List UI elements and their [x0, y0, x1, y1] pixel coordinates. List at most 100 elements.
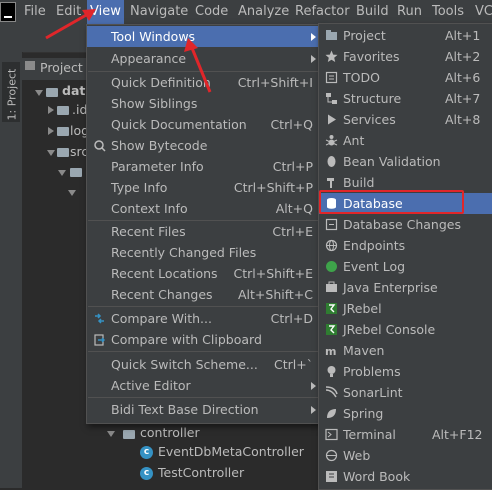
- menu-item-label: Endpoints: [343, 238, 406, 253]
- tool-window-project[interactable]: Project Alt+1: [319, 25, 492, 46]
- menu-item-shortcut: Alt+7: [445, 91, 481, 106]
- intellij-logo-icon: [0, 2, 16, 22]
- tool-window-java-enterprise[interactable]: Java Enterprise: [319, 277, 492, 298]
- folder-icon: [57, 148, 69, 157]
- menu-item-label: Problems: [343, 364, 401, 379]
- expand-arrow-icon[interactable]: [107, 431, 115, 437]
- tool-window-terminal[interactable]: Terminal Alt+F12: [319, 424, 492, 445]
- menu-item-shortcut: Ctrl+Q: [270, 117, 313, 132]
- project-icon: [326, 30, 337, 40]
- tool-window-todo[interactable]: TODO Alt+6: [319, 67, 492, 88]
- menu-item-shortcut: Alt+6: [445, 70, 481, 85]
- tree-item-controller[interactable]: controller: [140, 425, 200, 440]
- expand-arrow-icon[interactable]: [58, 170, 66, 176]
- menu-item-label: Quick Documentation: [111, 117, 247, 132]
- menu-item-compare-with[interactable]: Compare With... Ctrl+D: [87, 308, 321, 329]
- menu-item-bidi-text-base-direction[interactable]: Bidi Text Base Direction: [87, 399, 321, 420]
- menu-item-label: JRebel: [343, 301, 382, 316]
- menu-item-parameter-info[interactable]: Parameter Info Ctrl+P: [87, 156, 321, 177]
- menu-refactor[interactable]: Refactor: [295, 0, 350, 24]
- project-side-tab-label: 1: Project: [5, 68, 19, 121]
- menu-item-recent-locations[interactable]: Recent Locations Ctrl+Shift+E: [87, 263, 321, 284]
- tool-window-word-book[interactable]: Word Book: [319, 466, 492, 487]
- menu-tools[interactable]: Tools: [432, 0, 464, 24]
- sonarlint-icon: [325, 386, 338, 398]
- menu-item-shortcut: Alt+Q: [275, 201, 313, 216]
- menu-item-quick-documentation[interactable]: Quick Documentation Ctrl+Q: [87, 114, 321, 135]
- project-panel-title: Project: [40, 60, 83, 75]
- menu-item-label: Quick Switch Scheme...: [111, 357, 258, 372]
- menu-item-label: Database Changes: [343, 217, 461, 232]
- menu-item-active-editor[interactable]: Active Editor: [87, 375, 321, 396]
- menu-item-recent-files[interactable]: Recent Files Ctrl+E: [87, 221, 321, 242]
- tool-window-web[interactable]: Web: [319, 445, 492, 466]
- menu-vcs[interactable]: VC: [475, 0, 492, 24]
- tool-window-favorites[interactable]: Favorites Alt+2: [319, 46, 492, 67]
- menu-item-label: Appearance: [111, 51, 187, 66]
- menu-separator: [88, 306, 320, 307]
- event-log-icon: [326, 261, 337, 272]
- menu-analyze[interactable]: Analyze: [238, 0, 289, 24]
- menu-item-recently-changed-files[interactable]: Recently Changed Files: [87, 242, 321, 263]
- menu-item-label: Context Info: [111, 201, 188, 216]
- menu-item-label: Show Bytecode: [111, 138, 208, 153]
- tool-window-structure[interactable]: Structure Alt+7: [319, 88, 492, 109]
- tool-window-database-changes[interactable]: Database Changes: [319, 214, 492, 235]
- todo-list-icon: [325, 71, 338, 84]
- tool-window-sonarlint[interactable]: SonarLint: [319, 382, 492, 403]
- menu-item-type-info[interactable]: Type Info Ctrl+Shift+P: [87, 177, 321, 198]
- jrebel-console-icon: [326, 324, 337, 335]
- collapse-arrow-icon[interactable]: [48, 106, 54, 114]
- menu-item-label: Parameter Info: [111, 159, 204, 174]
- compare-clipboard-icon: [94, 334, 105, 346]
- expand-arrow-icon[interactable]: [68, 190, 76, 196]
- terminal-icon: [325, 428, 338, 441]
- menu-code[interactable]: Code: [195, 0, 228, 24]
- menu-item-label: Compare with Clipboard: [111, 332, 262, 347]
- folder-icon: [57, 127, 69, 136]
- database-highlight-box: [319, 190, 464, 214]
- bean-validation-icon: [327, 156, 336, 167]
- tool-window-spring[interactable]: Spring: [319, 403, 492, 424]
- menu-item-context-info[interactable]: Context Info Alt+Q: [87, 198, 321, 219]
- tool-window-event-log[interactable]: Event Log: [319, 256, 492, 277]
- collapse-arrow-icon[interactable]: [48, 127, 54, 135]
- expand-arrow-icon[interactable]: [35, 90, 43, 96]
- menu-run[interactable]: Run: [397, 0, 422, 24]
- project-icon: [25, 61, 35, 70]
- menu-item-shortcut: Ctrl+E: [272, 224, 313, 239]
- compare-icon: [95, 313, 104, 324]
- submenu-arrow-icon: [311, 33, 316, 41]
- tool-window-jrebel[interactable]: JRebel: [319, 298, 492, 319]
- expand-arrow-icon[interactable]: [47, 150, 55, 156]
- submenu-arrow-icon: [311, 382, 316, 390]
- menu-item-label: JRebel Console: [343, 322, 436, 337]
- tool-window-services[interactable]: Services Alt+8: [319, 109, 492, 130]
- menu-item-shortcut: Ctrl+D: [270, 311, 313, 326]
- menu-item-recent-changes[interactable]: Recent Changes Alt+Shift+C: [87, 284, 321, 305]
- package-folder-icon: [123, 430, 135, 439]
- word-book-icon: [326, 471, 337, 482]
- tool-window-endpoints[interactable]: Endpoints: [319, 235, 492, 256]
- menu-item-shortcut: Ctrl+Shift+I: [237, 75, 313, 90]
- menu-item-show-bytecode[interactable]: Show Bytecode: [87, 135, 321, 156]
- tool-window-jrebel-console[interactable]: JRebel Console: [319, 319, 492, 340]
- menu-item-label: Recent Files: [111, 224, 186, 239]
- tree-item-testcontroller[interactable]: TestController: [158, 465, 244, 480]
- tool-window-maven[interactable]: m Maven: [319, 340, 492, 361]
- menu-item-quick-switch-scheme[interactable]: Quick Switch Scheme... Ctrl+`: [87, 354, 321, 375]
- folder-icon: [46, 88, 58, 97]
- menu-item-shortcut: Ctrl+Shift+E: [233, 266, 314, 281]
- tool-window-problems[interactable]: Problems: [319, 361, 492, 382]
- menu-item-label: Java Enterprise: [343, 280, 438, 295]
- java-enterprise-icon: [326, 281, 337, 292]
- menu-build[interactable]: Build: [356, 0, 389, 24]
- svg-text:m: m: [325, 345, 336, 357]
- menu-item-label: Bean Validation: [343, 154, 441, 169]
- menu-item-label: Structure: [343, 91, 402, 106]
- menu-item-compare-with-clipboard[interactable]: Compare with Clipboard: [87, 329, 321, 350]
- tool-window-bean-validation[interactable]: Bean Validation: [319, 151, 492, 172]
- tool-window-ant[interactable]: Ant: [319, 130, 492, 151]
- tree-item-eventdbmetacontroller[interactable]: EventDbMetaController: [158, 444, 304, 459]
- menu-navigate[interactable]: Navigate: [130, 0, 188, 24]
